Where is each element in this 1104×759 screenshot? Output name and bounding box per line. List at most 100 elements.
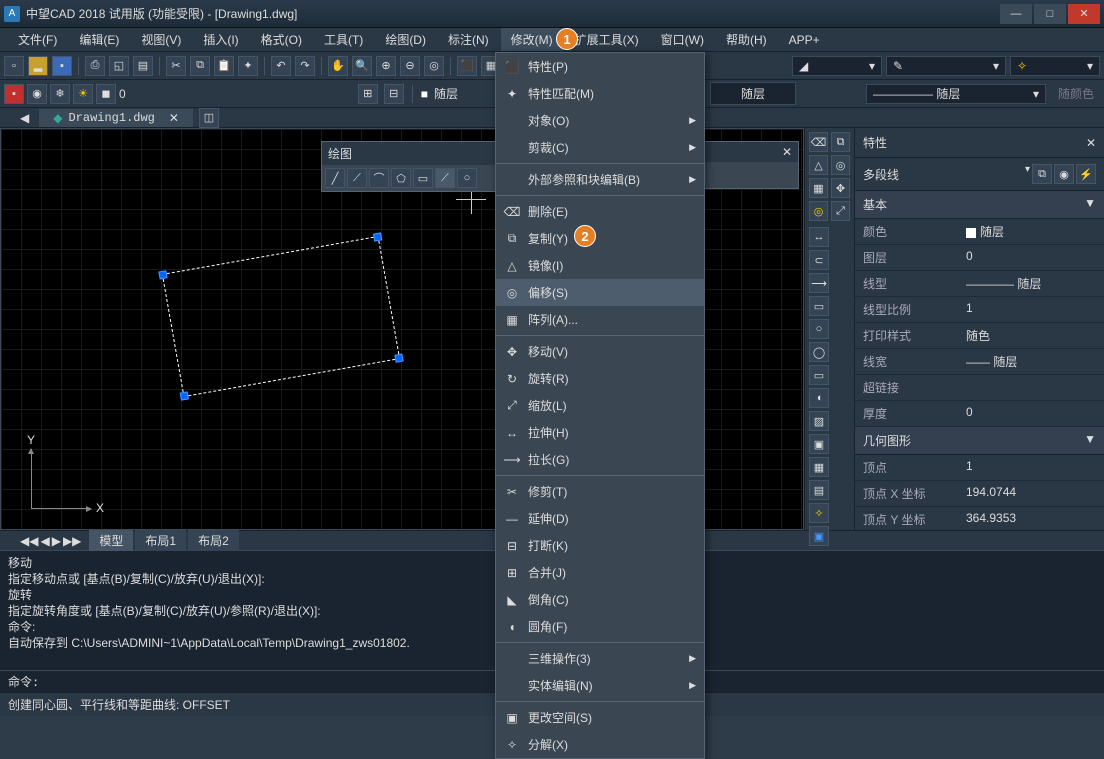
close-button[interactable]: ✕ [1068,4,1100,24]
menu-item[interactable]: ◣倒角(C) [496,586,704,613]
menu-item[interactable]: ⊟打断(K) [496,532,704,559]
layer-freeze-icon[interactable]: ❄ [50,84,70,104]
grip[interactable] [158,270,167,279]
props-row[interactable]: 线宽—— 随层 [855,349,1104,375]
bycolor-label[interactable]: 随颜色 [1052,83,1100,104]
menu-4[interactable]: 格式(O) [251,28,312,51]
menu-item[interactable]: ✂修剪(T) [496,478,704,505]
plot-icon[interactable]: ▤ [133,56,153,76]
grip[interactable] [180,391,189,400]
layer-state-icon[interactable]: ◉ [27,84,47,104]
rect-icon[interactable]: ▭ [413,168,433,188]
boundary-icon[interactable]: ▣ [809,434,829,454]
copy-icon[interactable]: ⧉ [190,56,210,76]
menu-item[interactable]: ↔拉伸(H) [496,419,704,446]
menu-1[interactable]: 编辑(E) [69,28,129,51]
menu-item[interactable]: ◖圆角(F) [496,613,704,640]
undo-icon[interactable]: ↶ [271,56,291,76]
arc-icon[interactable]: ⌒ [369,168,389,188]
print-icon[interactable]: ⎙ [85,56,105,76]
insert-icon[interactable]: ⊟ [384,84,404,104]
props-section-header[interactable]: 基本▼ [855,191,1104,219]
menu-10[interactable]: 窗口(W) [651,28,714,51]
menu-11[interactable]: 帮助(H) [716,28,777,51]
menu-item[interactable]: △镜像(I) [496,252,704,279]
tab-next-icon[interactable]: ▶ [52,534,61,548]
menu-3[interactable]: 插入(I) [193,28,248,51]
scale-icon[interactable]: ⤢ [831,201,850,221]
props-row[interactable]: 超链接 [855,375,1104,401]
wipeout-icon[interactable]: ▤ [809,480,829,500]
zoom-ext-icon[interactable]: ⊕ [376,56,396,76]
tab-prev-icon[interactable]: ◀ [20,111,29,125]
tab-prev-icon[interactable]: ◀ [40,534,49,548]
rotate-icon[interactable]: ◎ [809,201,828,221]
polyline-icon[interactable]: ⟋ [347,168,367,188]
menu-item[interactable]: ✧分解(X) [496,731,704,758]
zoom-icon[interactable]: 🔍 [352,56,372,76]
spline-icon[interactable]: ⟋ [435,168,455,188]
menu-item[interactable]: ✥移动(V) [496,338,704,365]
preview-icon[interactable]: ◱ [109,56,129,76]
block-icon[interactable]: ⊞ [358,84,378,104]
offset-icon[interactable]: ◎ [831,155,850,175]
grip[interactable] [373,232,382,241]
new-tab-icon[interactable]: ◫ [199,108,219,128]
polygon-icon[interactable]: ⬠ [391,168,411,188]
region-icon[interactable]: ▦ [809,457,829,477]
copy2-icon[interactable]: ⧉ [831,132,850,152]
linetype-dropdown[interactable]: ————— 随层▾ [866,84,1046,104]
save-icon[interactable]: ▪ [52,56,72,76]
menu-item[interactable]: 三维操作(3)▶ [496,645,704,672]
layer-on-icon[interactable]: ◼ [96,84,116,104]
layer-icon[interactable]: ▪ [4,84,24,104]
props-row[interactable]: 顶点 Y 坐标364.9353 [855,507,1104,530]
explode-icon[interactable]: ✧ [809,503,829,523]
file-tab[interactable]: ◆ Drawing1.dwg ✕ [39,109,193,127]
menu-item[interactable]: 外部参照和块编辑(B)▶ [496,166,704,193]
grip[interactable] [394,354,403,363]
erase-icon[interactable]: ⌫ [809,132,828,152]
style-dropdown[interactable]: ✎▾ [886,56,1006,76]
menu-7[interactable]: 标注(N) [438,28,499,51]
props-row[interactable]: 厚度0 [855,401,1104,427]
props-type[interactable]: 多段线 [863,166,899,183]
props-btn3-icon[interactable]: ⚡ [1076,164,1096,184]
props-section-header[interactable]: 几何图形▼ [855,427,1104,455]
menu-item[interactable]: 实体编辑(N)▶ [496,672,704,699]
props-btn1-icon[interactable]: ⧉ [1032,164,1052,184]
redo-icon[interactable]: ↷ [295,56,315,76]
close-tab-icon[interactable]: ✕ [169,111,179,125]
menu-item[interactable]: ⌫删除(E) [496,198,704,225]
props-close-icon[interactable]: ✕ [1086,136,1096,150]
menu-item[interactable]: ▣更改空间(S) [496,704,704,731]
paste-icon[interactable]: 📋 [214,56,234,76]
menu-item[interactable]: ⊞合并(J) [496,559,704,586]
menu-0[interactable]: 文件(F) [8,28,67,51]
layout-tab[interactable]: 布局2 [188,530,239,551]
menu-item[interactable]: 对象(O)▶ [496,107,704,134]
menu-12[interactable]: APP+ [779,30,830,50]
circle2-icon[interactable]: ○ [809,319,829,339]
stretch-icon[interactable]: ↔ [809,227,829,247]
menu-item[interactable]: ✦特性匹配(M) [496,80,704,107]
extend-icon[interactable]: ⟶ [809,273,829,293]
draw-toolbar-panel[interactable]: 绘图 ╱ ⟋ ⌒ ⬠ ▭ ⟋ ○ [321,141,496,192]
menu-item[interactable]: —延伸(D) [496,505,704,532]
menu-6[interactable]: 绘图(D) [375,28,436,51]
menu-item[interactable]: ◎偏移(S) [496,279,704,306]
props-row[interactable]: 顶点 X 坐标194.0744 [855,481,1104,507]
props-btn2-icon[interactable]: ◉ [1054,164,1074,184]
menu-item[interactable]: ⤢缩放(L) [496,392,704,419]
line-icon[interactable]: ╱ [325,168,345,188]
cut-icon[interactable]: ✂ [166,56,186,76]
menu-8[interactable]: 修改(M) [501,28,563,51]
mirror2-icon[interactable]: △ [809,155,828,175]
layout-tab[interactable]: 模型 [89,530,133,551]
menu-5[interactable]: 工具(T) [314,28,373,51]
zoom-win-icon[interactable]: ⊖ [400,56,420,76]
props-row[interactable]: 线型———— 随层 [855,271,1104,297]
layer-lock-icon[interactable]: ☀ [73,84,93,104]
fillet-icon[interactable]: ◖ [809,388,829,408]
props-icon[interactable]: ⬛ [457,56,477,76]
